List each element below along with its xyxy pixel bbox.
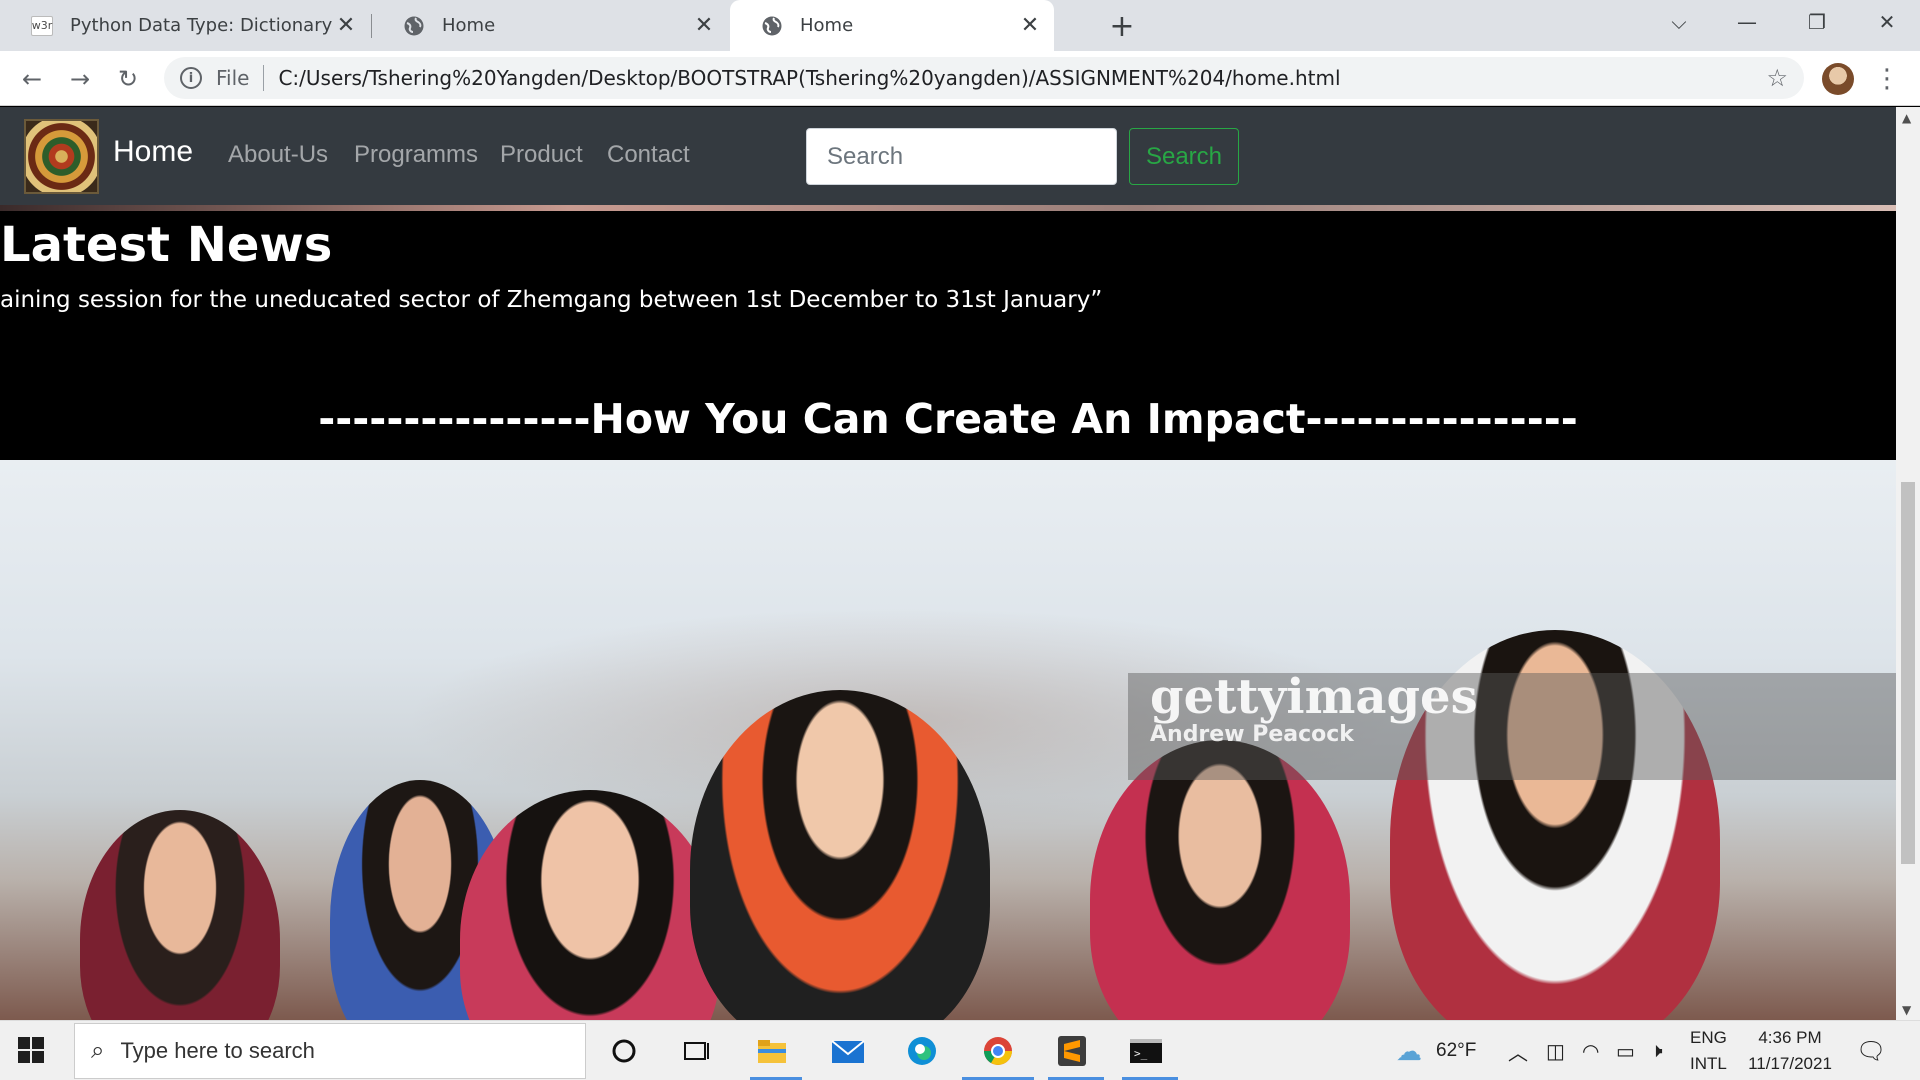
tab-title: Home	[442, 15, 496, 36]
nav-link-programms[interactable]: Programms	[354, 141, 478, 169]
person-figure	[460, 790, 720, 1020]
gettyimages-watermark: gettyimages	[1150, 669, 1478, 725]
browser-toolbar: ← → ↻ i File C:/Users/Tshering%20Yangden…	[0, 51, 1920, 106]
nav-link-about-us[interactable]: About-Us	[228, 141, 328, 169]
globe-icon	[402, 14, 426, 38]
person-figure	[80, 810, 280, 1020]
tab-home-1[interactable]: Home ✕	[372, 0, 728, 51]
wifi-icon[interactable]: ◠	[1582, 1021, 1599, 1080]
clock-date: 11/17/2021	[1748, 1054, 1832, 1073]
site-logo[interactable]	[24, 119, 99, 194]
banner-strip	[0, 205, 1896, 211]
lang-code: ENG	[1690, 1028, 1727, 1047]
site-search-input[interactable]: Search	[806, 128, 1117, 185]
news-marquee: aining session for the uneducated sector…	[0, 287, 1103, 313]
windows-start-icon[interactable]	[18, 1037, 44, 1063]
task-view-icon[interactable]	[674, 1029, 718, 1073]
close-icon[interactable]: ✕	[692, 13, 716, 38]
minimize-icon[interactable]: —	[1712, 0, 1782, 44]
language-indicator[interactable]: ENG INTL	[1690, 1021, 1727, 1080]
back-arrow-icon[interactable]: ←	[12, 59, 52, 99]
terminal-icon[interactable]: >_	[1124, 1029, 1168, 1073]
address-divider	[263, 65, 265, 91]
tab-title: Home	[800, 15, 854, 36]
cloud-icon: ☁	[1396, 1035, 1422, 1066]
impact-heading: ----------------How You Can Create An Im…	[318, 395, 1578, 443]
tab-home-active[interactable]: Home ✕	[730, 0, 1054, 51]
new-tab-plus-icon[interactable]: +	[1104, 8, 1140, 44]
sublime-text-icon[interactable]	[1050, 1029, 1094, 1073]
forward-arrow-icon[interactable]: →	[60, 59, 100, 99]
close-icon[interactable]: ✕	[334, 13, 358, 38]
nav-link-product[interactable]: Product	[500, 141, 583, 169]
file-explorer-icon[interactable]	[750, 1029, 794, 1073]
chrome-browser-icon[interactable]	[976, 1029, 1020, 1073]
tab-python-dictionary[interactable]: w3r Python Data Type: Dictionary - E ✕	[0, 0, 370, 51]
lang-layout: INTL	[1690, 1054, 1727, 1073]
edge-browser-icon[interactable]	[900, 1029, 944, 1073]
scheme-label: File	[216, 66, 250, 90]
restore-icon[interactable]: ❐	[1782, 0, 1852, 44]
nav-link-contact[interactable]: Contact	[607, 141, 690, 169]
tab-strip: w3r Python Data Type: Dictionary - E ✕ H…	[0, 0, 1920, 51]
latest-news-heading: Latest News	[0, 217, 333, 273]
bookmark-star-icon[interactable]: ☆	[1766, 64, 1788, 92]
weather-temp: 62°F	[1436, 1040, 1477, 1061]
windows-taskbar: ⌕ Type here to search >_ ☁ 62°F ︿ ◫ ◠ ▭ …	[0, 1020, 1920, 1080]
url-text: C:/Users/Tshering%20Yangden/Desktop/BOOT…	[278, 66, 1341, 90]
taskbar-search-box[interactable]: ⌕ Type here to search	[74, 1023, 586, 1079]
person-figure	[1090, 740, 1350, 1020]
page-scrollbar[interactable]: ▲ ▼	[1896, 107, 1920, 1020]
address-bar[interactable]: i File C:/Users/Tshering%20Yangden/Deskt…	[164, 57, 1804, 99]
battery-icon[interactable]: ▭	[1616, 1021, 1635, 1080]
info-icon[interactable]: i	[180, 67, 202, 89]
person-figure	[690, 690, 990, 1020]
window-close-icon[interactable]: ✕	[1852, 0, 1920, 44]
globe-icon	[760, 14, 784, 38]
profile-avatar[interactable]	[1822, 63, 1854, 95]
site-search-button[interactable]: Search	[1129, 128, 1239, 185]
web-page: Home About-Us Programms Product Contact …	[0, 107, 1896, 1020]
taskbar-search-placeholder: Type here to search	[120, 1038, 315, 1063]
volume-muted-icon[interactable]: 🕨	[1650, 1021, 1663, 1080]
navbar-brand[interactable]: Home	[113, 135, 193, 169]
close-icon[interactable]: ✕	[1018, 13, 1042, 38]
scroll-down-arrow-icon[interactable]: ▼	[1902, 1003, 1911, 1017]
clock[interactable]: 4:36 PM 11/17/2021	[1742, 1021, 1838, 1080]
svg-text:>_: >_	[1134, 1047, 1148, 1060]
tray-chevron-icon[interactable]: ︿	[1508, 1021, 1528, 1080]
cortana-circle-icon[interactable]	[602, 1029, 646, 1073]
browser-menu-icon[interactable]: ⋮	[1872, 63, 1902, 95]
photo-credit: Andrew Peacock	[1150, 722, 1354, 747]
mail-icon[interactable]	[826, 1029, 870, 1073]
search-icon: ⌕	[91, 1037, 105, 1064]
meet-now-icon[interactable]: ◫	[1546, 1021, 1565, 1080]
w3schools-favicon-icon: w3r	[30, 14, 54, 38]
site-navbar: Home About-Us Programms Product Contact …	[0, 107, 1896, 205]
reload-icon[interactable]: ↻	[108, 59, 148, 99]
clock-time: 4:36 PM	[1758, 1028, 1822, 1047]
weather-widget[interactable]: ☁ 62°F	[1396, 1021, 1476, 1080]
scrollbar-thumb[interactable]	[1901, 482, 1915, 864]
tab-title: Python Data Type: Dictionary - E	[70, 15, 334, 36]
notification-icon[interactable]: 🗨	[1856, 1021, 1886, 1080]
scroll-up-arrow-icon[interactable]: ▲	[1902, 111, 1911, 125]
tab-search-chevron-icon[interactable]: ⌵	[1644, 0, 1714, 44]
